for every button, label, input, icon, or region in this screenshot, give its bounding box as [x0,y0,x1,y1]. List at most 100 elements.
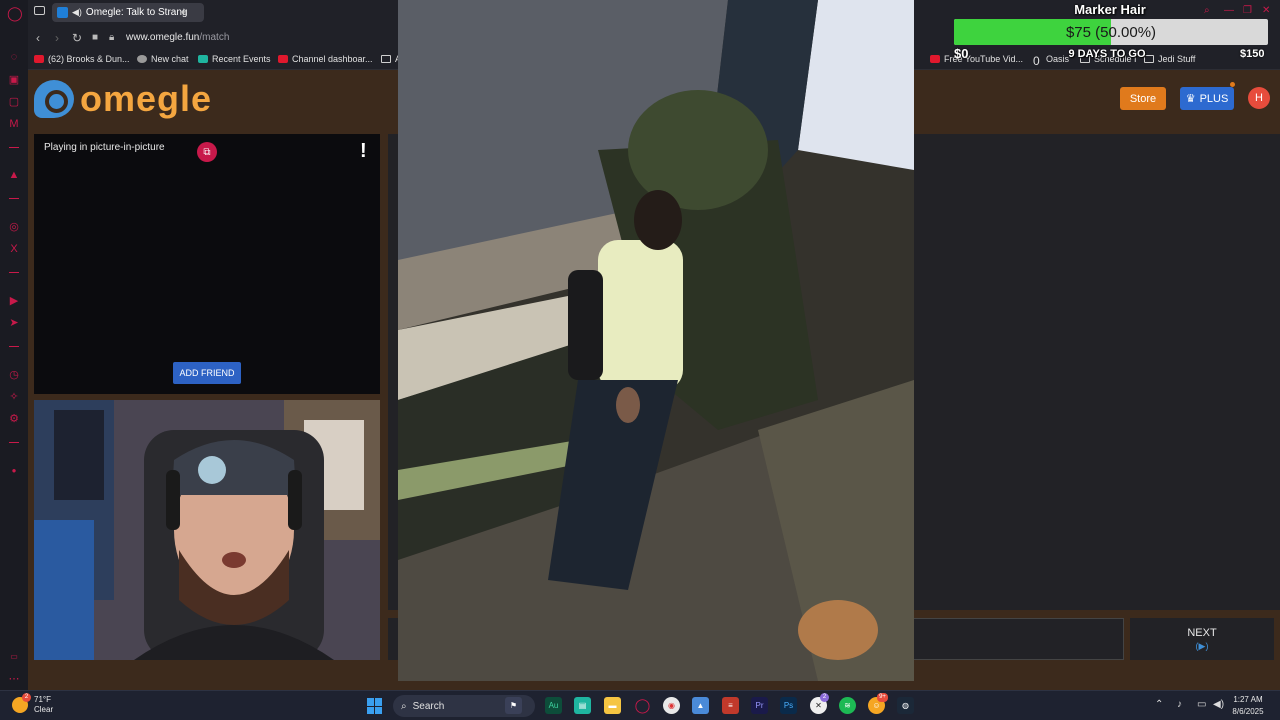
bookmark-item[interactable]: (62) Brooks & Dun... [34,54,130,64]
workspace-icon[interactable] [34,6,45,15]
chat-log-panel [912,134,1280,610]
x-icon[interactable]: X [7,242,21,256]
bookmark-item[interactable]: Free YouTube Vid... [930,54,1023,64]
panel-divider [388,618,398,660]
maximize-icon[interactable]: ❐ [1243,5,1252,16]
volume-icon[interactable]: ◀) [1213,699,1224,710]
streamlabs-icon [198,55,208,63]
omegle-logo[interactable]: omegle [34,78,212,120]
bookmark-item[interactable]: 0 [1033,54,1040,68]
sidebar-divider [9,346,19,347]
audition-icon[interactable]: Au [545,697,562,714]
system-clock[interactable]: 1:27 AM 8/6/2025 [1226,694,1270,718]
camera-icon[interactable]: ■ [92,32,98,43]
next-button[interactable]: NEXT (▶) [1130,618,1274,660]
chrome-icon[interactable]: ◉ [663,697,680,714]
bookmark-label: (62) Brooks & Dun... [48,54,130,64]
bookmark-item[interactable]: Recent Events [198,54,271,64]
exit-pip-icon[interactable]: ⧉ [197,142,217,162]
spotify-icon[interactable]: ≋ [839,697,856,714]
weather-desc: Clear [34,705,54,714]
new-tab-plus-icon[interactable]: + [180,4,188,19]
goal-title: Marker Hair [1074,2,1146,17]
photoshop-icon[interactable]: Ps [780,697,797,714]
discord-badge: 9+ [877,693,888,702]
player-icon[interactable]: ▶ [7,294,21,308]
streamlabs-icon[interactable]: ▤ [574,697,591,714]
opera-logo-icon[interactable]: ◯ [7,6,23,20]
desktop-screen: ◯ ◌ ▣ ▢ M ▲ ◎ X ▶ ➤ ◷ ✧ ⚙ ● ▭ ⋯ ◀) Omegl… [0,0,1280,720]
arc-icon[interactable]: ▲ [7,168,21,182]
windows-taskbar: 2 71°F Clear ⌕ Search ⚑ Au ▤ ▬ ◯ ◉ ▲ ≡ Pr … [0,690,1280,720]
goal-days-label: 9 DAYS TO GO [1068,48,1146,60]
instagram-icon[interactable]: ▢ [7,95,21,109]
photos-icon[interactable]: ▲ [692,697,709,714]
browser-sidebar: ◯ ◌ ▣ ▢ M ▲ ◎ X ▶ ➤ ◷ ✧ ⚙ ● ▭ ⋯ [0,0,28,690]
next-label: NEXT [1187,626,1217,639]
send-icon[interactable]: ➤ [7,316,21,330]
steam-icon[interactable]: ◍ [897,697,914,714]
windows-start-icon[interactable] [367,698,383,714]
close-icon[interactable]: ✕ [1262,5,1270,16]
extensions-icon[interactable]: ✧ [7,390,21,404]
back-icon[interactable]: ‹ [36,31,40,45]
url-domain: www.omegle.fun [126,32,200,43]
report-button[interactable]: ! [360,140,367,163]
lock-icon[interactable]: 🔒︎ [109,32,114,43]
notification-dot [1230,82,1235,87]
goal-min-label: $0 [954,46,969,61]
bag-icon[interactable]: ▣ [7,73,21,87]
tray-overflow-icon[interactable]: ⌃ [1155,699,1163,710]
speaker-icon[interactable]: ◀) [72,7,82,18]
premiere-icon[interactable]: Pr [751,697,768,714]
xbox-badge: 2 [820,693,829,702]
history-icon[interactable]: ◷ [7,368,21,382]
sidebar-setup-icon[interactable]: ▭ [7,650,21,664]
microphone-icon[interactable]: ♪ [1177,699,1182,710]
bookmark-item[interactable]: Channel dashboar... [278,54,373,64]
plus-button[interactable]: ♛ PLUS [1180,87,1234,110]
store-button[interactable]: Store [1120,87,1166,110]
forward-icon[interactable]: › [55,31,59,45]
bookmark-item[interactable]: New chat [137,54,189,64]
panel-divider [388,134,398,610]
mail-icon[interactable]: M [7,117,21,131]
app-icon[interactable]: ≡ [722,697,739,714]
reload-icon[interactable]: ↻ [72,31,82,45]
weather-widget[interactable]: 2 71°F Clear [12,693,54,715]
omegle-favicon-icon [57,7,68,18]
search-label: Search [412,700,445,712]
file-explorer-icon[interactable]: ▬ [604,697,621,714]
goal-progress-text: $75 (50.00%) [1065,23,1157,41]
folder-icon [381,55,391,63]
webcam-feed-image [34,400,380,660]
bookmark-label: Recent Events [212,54,271,64]
bookmark-label: Channel dashboar... [292,54,373,64]
plus-label: PLUS [1199,92,1229,105]
network-icon[interactable]: ▭ [1197,699,1206,710]
search-tabs-icon[interactable]: ⌕ [1204,5,1210,16]
widgets-icon[interactable]: ⚑ [505,697,522,714]
more-icon[interactable]: ⋯ [7,672,21,686]
settings-icon[interactable]: ⚙ [7,412,21,426]
ai-icon[interactable]: ◌ [7,50,21,64]
url-field[interactable]: www.omegle.fun/match [126,32,229,43]
sidebar-divider [9,147,19,148]
bookmark-label: Jedi Stuff [1158,54,1196,64]
messenger-icon[interactable]: ◎ [7,220,21,234]
opera-icon[interactable]: ◯ [634,697,651,714]
bookmark-label: New chat [151,54,189,64]
search-icon: ⌕ [401,700,407,712]
chat-icon [137,55,147,63]
clock-time: 1:27 AM [1233,695,1263,704]
chat-message-input[interactable] [912,618,1124,660]
pip-video-window[interactable] [398,0,914,681]
sidebar-divider [9,442,19,443]
stranger-video-feed-image [398,0,914,681]
add-friend-button[interactable]: ADD FRIEND [173,362,241,384]
weather-sun-icon: 2 [12,693,31,713]
avatar[interactable]: H [1248,87,1270,109]
download-icon [930,55,940,63]
record-icon[interactable]: ● [7,464,21,478]
minimize-icon[interactable]: — [1224,5,1234,16]
